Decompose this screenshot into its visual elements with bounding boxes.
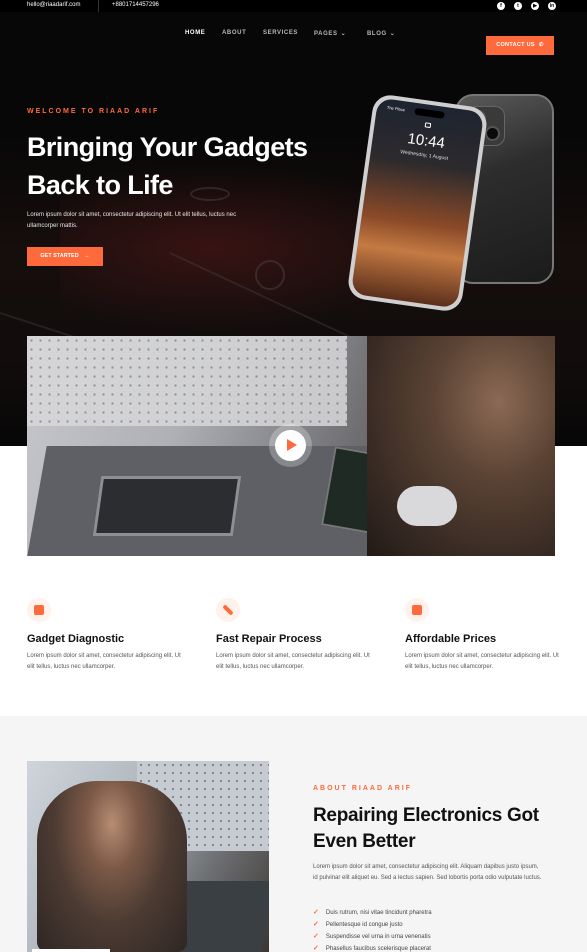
checklist-text: Pellentesque id congue justo bbox=[325, 922, 403, 928]
feature-description: Lorem ipsum dolor sit amet, consectetur … bbox=[216, 653, 370, 670]
facebook-icon[interactable]: f bbox=[497, 2, 505, 10]
feature-description: Lorem ipsum dolor sit amet, consectetur … bbox=[405, 653, 559, 670]
checklist-item: ✓ Phasellus faucibus scelerisque placerat bbox=[313, 944, 431, 952]
technician-image bbox=[37, 781, 187, 952]
nav-item-pages[interactable]: PAGES ⌄ bbox=[314, 30, 346, 37]
hero-title: Bringing Your Gadgets Back to Life bbox=[27, 128, 357, 204]
check-icon: ✓ bbox=[313, 921, 319, 928]
hero-background-ring bbox=[255, 260, 285, 290]
phone-icon: ✆ bbox=[538, 42, 544, 48]
pegboard-image bbox=[27, 336, 347, 426]
clipboard-icon bbox=[27, 598, 51, 622]
twitter-icon[interactable]: t bbox=[514, 2, 522, 10]
feature-title: Gadget Diagnostic bbox=[27, 633, 125, 645]
about-subtitle: ABOUT RIAAD ARIF bbox=[313, 785, 413, 792]
checklist-item: ✓ Pellentesque id congue justo bbox=[313, 920, 403, 928]
nav-item-label: PAGES bbox=[314, 31, 338, 37]
play-video-button[interactable] bbox=[275, 430, 306, 461]
chevron-down-icon: ⌄ bbox=[340, 31, 347, 37]
tablet-device-image bbox=[92, 476, 242, 536]
nav-item-home[interactable]: HOME bbox=[185, 30, 205, 36]
wallet-icon bbox=[405, 598, 429, 622]
hero-title-line: Bringing Your Gadgets bbox=[27, 132, 308, 162]
main-nav: HOME ABOUT SERVICES PAGES ⌄ BLOG ⌄ CONTACT… bbox=[0, 12, 587, 55]
hero-description: Lorem ipsum dolor sit amet, consectetur … bbox=[27, 212, 237, 229]
arrow-right-icon: → bbox=[84, 253, 90, 259]
lock-icon bbox=[424, 122, 432, 129]
youtube-icon[interactable]: ▶ bbox=[531, 2, 539, 10]
checklist-text: Suspendisse vel urna in urna venenatis bbox=[325, 934, 431, 940]
hero-welcome-text: WELCOME TO RIAAD ARIF bbox=[27, 108, 160, 115]
feature-title: Fast Repair Process bbox=[216, 633, 322, 645]
contact-us-label: CONTACT US bbox=[496, 42, 535, 48]
get-started-button[interactable]: GET STARTED → bbox=[27, 247, 103, 266]
checklist-text: Phasellus faucibus scelerisque placerat bbox=[325, 946, 431, 952]
check-icon: ✓ bbox=[313, 933, 319, 940]
about-title: Repairing Electronics Got Even Better bbox=[313, 803, 563, 855]
technician-image bbox=[367, 336, 555, 556]
top-bar: hello@riaadarif.com +8801714457296 f t ▶… bbox=[0, 0, 587, 12]
check-icon: ✓ bbox=[313, 945, 319, 952]
phone-notch bbox=[414, 107, 445, 119]
checklist-text: Duis rutrum, nisi vitae tincidunt pharet… bbox=[325, 910, 432, 916]
topbar-divider bbox=[98, 0, 99, 12]
about-title-line: Repairing Electronics Got bbox=[313, 805, 539, 826]
checklist-item: ✓ Suspendisse vel urna in urna venenatis bbox=[313, 932, 431, 940]
about-title-line: Even Better bbox=[313, 831, 416, 852]
nav-item-about[interactable]: ABOUT bbox=[222, 30, 246, 36]
feature-title: Affordable Prices bbox=[405, 633, 497, 645]
nav-item-label: SERVICES bbox=[263, 30, 299, 36]
camera-lens-icon bbox=[485, 126, 500, 141]
about-description: Lorem ipsum dolor sit amet, consectetur … bbox=[313, 864, 542, 881]
nav-item-label: HOME bbox=[185, 30, 206, 36]
hero-title-line: Back to Life bbox=[27, 170, 173, 200]
check-icon: ✓ bbox=[313, 909, 319, 916]
get-started-label: GET STARTED bbox=[40, 253, 79, 259]
feature-description: Lorem ipsum dolor sit amet, consectetur … bbox=[27, 653, 181, 670]
contact-us-button[interactable]: CONTACT US ✆ bbox=[486, 36, 554, 55]
nav-item-blog[interactable]: BLOG ⌄ bbox=[367, 30, 395, 37]
contact-phone[interactable]: +8801714457296 bbox=[112, 2, 159, 8]
screwdriver-icon bbox=[216, 598, 240, 622]
chevron-down-icon: ⌄ bbox=[389, 31, 396, 37]
contact-email[interactable]: hello@riaadarif.com bbox=[27, 2, 80, 8]
nav-item-label: BLOG bbox=[367, 31, 387, 37]
linkedin-icon[interactable]: in bbox=[548, 2, 556, 10]
phone-carrier: The Place bbox=[386, 104, 406, 113]
play-icon bbox=[287, 439, 297, 451]
phone-screen: The Place 10:44 Wednesday, 1 August bbox=[350, 97, 485, 309]
gloved-hand-image bbox=[397, 486, 457, 526]
nav-item-label: ABOUT bbox=[222, 30, 247, 36]
checklist-item: ✓ Duis rutrum, nisi vitae tincidunt phare… bbox=[313, 908, 432, 916]
nav-item-services[interactable]: SERVICES bbox=[263, 30, 298, 36]
about-image bbox=[27, 761, 269, 952]
